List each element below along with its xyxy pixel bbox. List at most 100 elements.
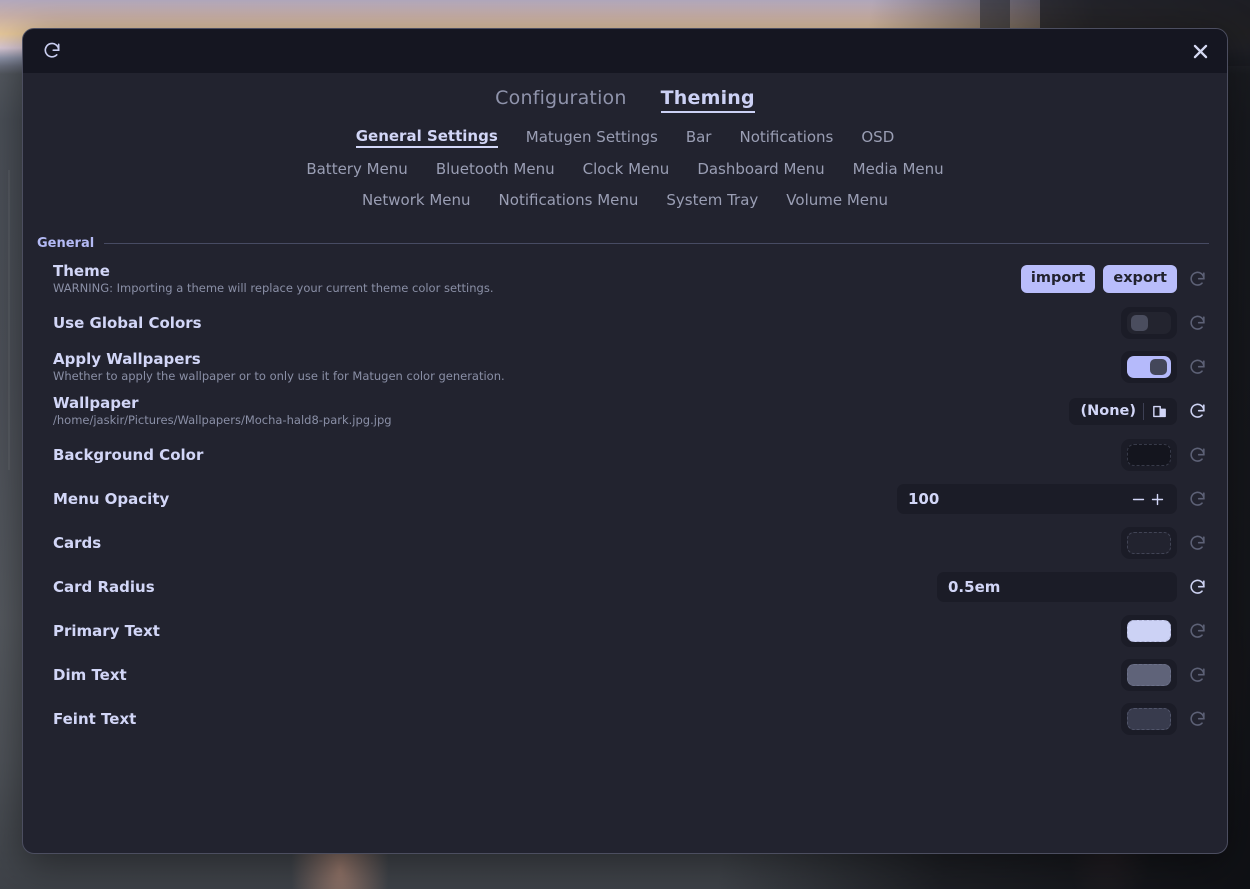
setting-title: Primary Text	[53, 622, 1121, 641]
reset-icon[interactable]	[1185, 399, 1209, 423]
decrement-icon[interactable]	[1130, 491, 1147, 508]
setting-description: /home/jaskir/Pictures/Wallpapers/Mocha-h…	[53, 414, 1069, 428]
feint-text-color-swatch[interactable]	[1121, 703, 1177, 735]
toggle-knob	[1150, 359, 1167, 375]
section-header-general: General	[23, 226, 1227, 251]
navigation-header: Configuration Theming General Settings M…	[23, 73, 1227, 226]
tab-general-settings[interactable]: General Settings	[356, 127, 498, 148]
file-browse-icon[interactable]	[1151, 403, 1168, 420]
reset-icon[interactable]	[1185, 663, 1209, 687]
setting-row-card-radius: Card Radius 0.5em	[53, 565, 1209, 609]
setting-row-cards: Cards	[53, 521, 1209, 565]
row-labels: Apply Wallpapers Whether to apply the wa…	[53, 350, 1121, 385]
tab-theming[interactable]: Theming	[661, 87, 755, 113]
row-labels: Menu Opacity	[53, 490, 897, 509]
row-controls	[1121, 703, 1209, 735]
setting-title: Use Global Colors	[53, 314, 1121, 333]
card-radius-input[interactable]: 0.5em	[937, 572, 1177, 602]
tab-network-menu[interactable]: Network Menu	[362, 191, 471, 210]
row-labels: Primary Text	[53, 622, 1121, 641]
color-preview	[1127, 708, 1171, 730]
reset-icon[interactable]	[1185, 267, 1209, 291]
sub-tab-row-2: Battery Menu Bluetooth Menu Clock Menu D…	[23, 160, 1227, 179]
setting-title: Wallpaper	[53, 394, 1069, 413]
row-controls	[1121, 351, 1209, 383]
setting-row-background-color: Background Color	[53, 433, 1209, 477]
setting-row-dim-text: Dim Text	[53, 653, 1209, 697]
row-labels: Background Color	[53, 446, 1121, 465]
tab-dashboard-menu[interactable]: Dashboard Menu	[697, 160, 824, 179]
row-controls	[1121, 527, 1209, 559]
color-preview	[1127, 664, 1171, 686]
tab-notifications[interactable]: Notifications	[739, 128, 833, 147]
row-labels: Card Radius	[53, 578, 937, 597]
wallpaper-value: (None)	[1080, 403, 1136, 419]
sub-tab-row-1: General Settings Matugen Settings Bar No…	[23, 127, 1227, 148]
tab-notifications-menu[interactable]: Notifications Menu	[499, 191, 639, 210]
use-global-colors-toggle[interactable]	[1121, 307, 1177, 339]
setting-title: Background Color	[53, 446, 1121, 465]
tab-volume-menu[interactable]: Volume Menu	[786, 191, 888, 210]
window-titlebar	[23, 29, 1227, 73]
color-preview	[1127, 444, 1171, 466]
row-controls	[1121, 659, 1209, 691]
row-labels: Feint Text	[53, 710, 1121, 729]
reset-icon[interactable]	[1185, 575, 1209, 599]
tab-matugen-settings[interactable]: Matugen Settings	[526, 128, 658, 147]
reset-icon[interactable]	[1185, 531, 1209, 555]
section-divider	[104, 243, 1209, 244]
tab-configuration[interactable]: Configuration	[495, 87, 626, 113]
picker-divider	[1143, 403, 1144, 420]
stepper-group	[1130, 491, 1166, 508]
setting-row-menu-opacity: Menu Opacity 100	[53, 477, 1209, 521]
setting-title: Theme	[53, 262, 1021, 281]
sub-tab-row-3: Network Menu Notifications Menu System T…	[23, 191, 1227, 210]
tab-media-menu[interactable]: Media Menu	[853, 160, 944, 179]
row-controls: 0.5em	[937, 572, 1209, 602]
increment-icon[interactable]	[1149, 491, 1166, 508]
setting-row-primary-text: Primary Text	[53, 609, 1209, 653]
reset-icon[interactable]	[1185, 707, 1209, 731]
card-radius-value: 0.5em	[948, 578, 1000, 596]
reset-icon[interactable]	[1185, 487, 1209, 511]
refresh-icon[interactable]	[39, 38, 65, 64]
setting-title: Card Radius	[53, 578, 937, 597]
toggle-track	[1127, 356, 1171, 378]
reset-icon[interactable]	[1185, 355, 1209, 379]
tab-bar[interactable]: Bar	[686, 128, 712, 147]
tab-osd[interactable]: OSD	[861, 128, 894, 147]
cards-color-swatch[interactable]	[1121, 527, 1177, 559]
wallpaper-picker[interactable]: (None)	[1069, 398, 1177, 425]
tab-clock-menu[interactable]: Clock Menu	[583, 160, 670, 179]
background-color-swatch[interactable]	[1121, 439, 1177, 471]
setting-row-feint-text: Feint Text	[53, 697, 1209, 741]
tab-bluetooth-menu[interactable]: Bluetooth Menu	[436, 160, 555, 179]
setting-title: Menu Opacity	[53, 490, 897, 509]
reset-icon[interactable]	[1185, 311, 1209, 335]
setting-title: Feint Text	[53, 710, 1121, 729]
color-preview	[1127, 620, 1171, 642]
toggle-knob	[1131, 315, 1148, 331]
reset-icon[interactable]	[1185, 443, 1209, 467]
row-labels: Wallpaper /home/jaskir/Pictures/Wallpape…	[53, 394, 1069, 429]
setting-row-wallpaper: Wallpaper /home/jaskir/Pictures/Wallpape…	[53, 389, 1209, 433]
section-label: General	[37, 236, 94, 251]
color-preview	[1127, 532, 1171, 554]
reset-icon[interactable]	[1185, 619, 1209, 643]
setting-description: WARNING: Importing a theme will replace …	[53, 282, 1021, 296]
import-button[interactable]: import	[1021, 265, 1096, 292]
apply-wallpapers-toggle[interactable]	[1121, 351, 1177, 383]
tab-battery-menu[interactable]: Battery Menu	[306, 160, 407, 179]
menu-opacity-input[interactable]: 100	[897, 484, 1177, 514]
close-icon[interactable]	[1187, 38, 1213, 64]
setting-title: Dim Text	[53, 666, 1121, 685]
menu-opacity-value: 100	[908, 490, 939, 508]
row-controls	[1121, 615, 1209, 647]
settings-list: Theme WARNING: Importing a theme will re…	[23, 251, 1227, 741]
row-controls: (None)	[1069, 398, 1209, 425]
row-controls	[1121, 307, 1209, 339]
dim-text-color-swatch[interactable]	[1121, 659, 1177, 691]
primary-text-color-swatch[interactable]	[1121, 615, 1177, 647]
tab-system-tray[interactable]: System Tray	[666, 191, 758, 210]
export-button[interactable]: export	[1103, 265, 1177, 292]
